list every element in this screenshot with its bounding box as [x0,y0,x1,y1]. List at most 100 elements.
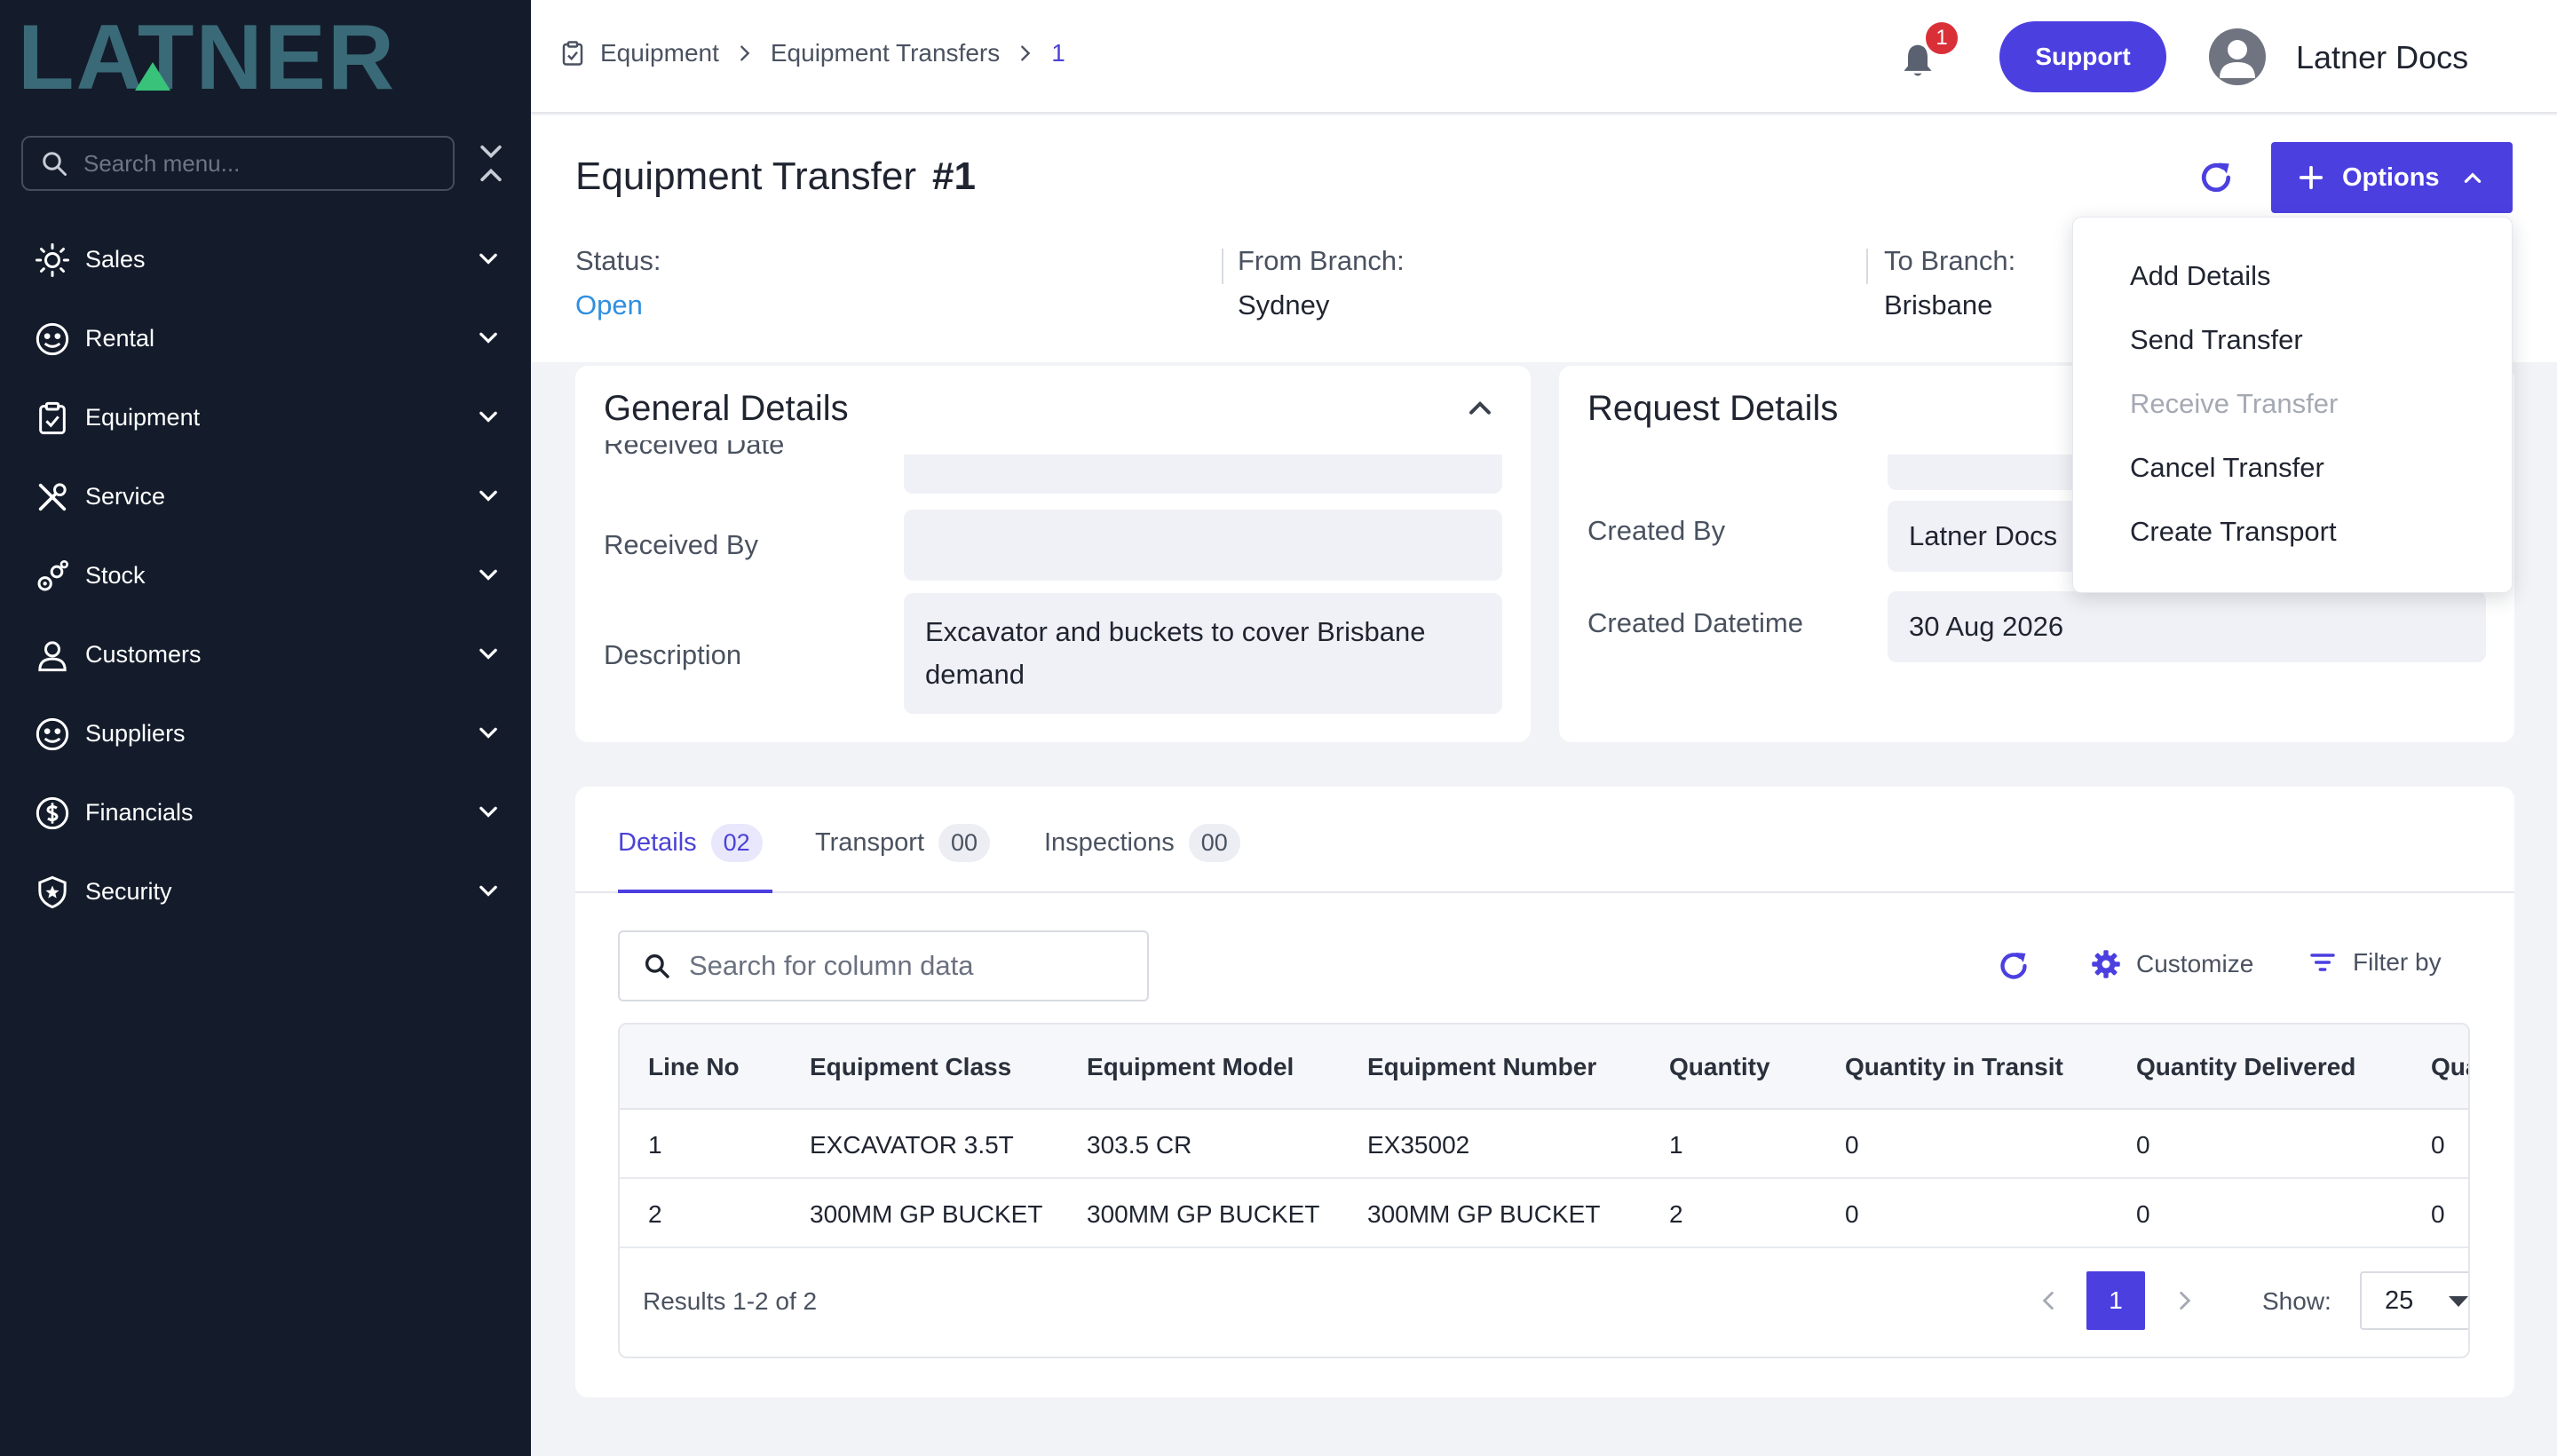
sidebar-item-security[interactable]: Security [0,852,531,931]
menu-item-add-details[interactable]: Add Details [2130,260,2271,292]
menu-item-create-transport[interactable]: Create Transport [2130,516,2337,548]
column-header[interactable]: Quantity in Transit [1845,1053,2063,1081]
chevron-down-icon [479,885,497,897]
customers-icon [34,637,71,674]
page-button-current[interactable]: 1 [2086,1271,2145,1330]
sidebar-item-stock[interactable]: Stock [0,536,531,615]
breadcrumb-equipment-transfers[interactable]: Equipment Transfers [771,39,1000,67]
service-icon [34,479,71,516]
tab-inspections[interactable]: Inspections 00 [1044,824,1240,862]
description-label: Description [604,639,742,670]
sidebar-item-financials[interactable]: Financials [0,773,531,852]
sidebar-item-label: Equipment [85,404,201,431]
search-icon [645,954,669,978]
table-cell: 0 [2136,1131,2150,1159]
filter-by-button[interactable]: Filter by [2308,948,2442,977]
table-row[interactable]: 1 EXCAVATOR 3.5T 303.5 CR EX35002 1 0 0 … [620,1110,2468,1179]
topbar: Equipment Equipment Transfers 1 1 Suppor… [531,0,2557,114]
page-size-select[interactable]: 25 [2360,1271,2468,1330]
user-icon [2220,40,2255,78]
refresh-icon[interactable] [1996,948,2031,984]
sidebar-search-input[interactable] [83,149,421,178]
sidebar-item-sales[interactable]: Sales [0,220,531,299]
page-title: Equipment Transfer #1 [575,154,976,199]
column-header[interactable]: Quantity Received [2431,1053,2468,1081]
transfer-number: #1 [931,154,976,198]
collapse-menu-icon[interactable] [476,142,506,185]
page-size-label: Show: [2262,1287,2331,1315]
active-tab-indicator [618,890,772,893]
tab-details[interactable]: Details 02 [618,824,763,862]
refresh-icon[interactable] [2197,158,2236,197]
support-button[interactable]: Support [1999,21,2166,92]
chevron-down-icon [479,806,497,818]
tab-count: 00 [1188,824,1240,862]
table-cell: 0 [2431,1131,2445,1159]
column-header[interactable]: Equipment Number [1367,1053,1596,1081]
latner-logo[interactable]: LATNER [18,20,497,96]
lines-card: Details 02 Transport 00 Inspections 00 C… [575,787,2514,1397]
table-search[interactable] [618,930,1149,1001]
rental-icon [34,320,71,358]
column-header[interactable]: Quantity Delivered [2136,1053,2355,1081]
options-button[interactable]: Options [2271,142,2513,213]
column-header[interactable]: Equipment Class [810,1053,1011,1081]
table-footer: Results 1-2 of 2 1 Show: 25 [620,1250,2468,1357]
tab-label: Details [618,828,697,857]
table-cell: 303.5 CR [1087,1131,1192,1159]
divider [1222,249,1223,284]
page-size-value: 25 [2385,1286,2414,1315]
sidebar-item-label: Financials [85,799,194,826]
chevron-right-icon [740,45,750,61]
chevron-right-icon [1021,45,1031,61]
table-cell: 300MM GP BUCKET [810,1200,1043,1228]
column-header[interactable]: Quantity [1669,1053,1770,1081]
page-title-text: Equipment Transfer [575,154,916,198]
filter-icon [2310,954,2335,971]
chevron-up-icon [2464,172,2481,183]
created-datetime-label: Created Datetime [1587,607,1803,638]
received-by-field[interactable] [904,510,1502,581]
breadcrumb-equipment[interactable]: Equipment [600,39,719,67]
table-search-input[interactable] [689,950,1133,982]
customize-button[interactable]: Customize [2090,948,2253,980]
sidebar-item-rental[interactable]: Rental [0,299,531,378]
general-details-card: General Details Received Date Received B… [575,366,1531,742]
received-date-field[interactable] [904,455,1502,494]
shield-icon [34,874,71,911]
options-label: Options [2342,162,2440,192]
description-field[interactable]: Excavator and buckets to cover Brisbane … [904,593,1502,714]
avatar[interactable] [2209,28,2266,85]
from-branch-label: From Branch: [1238,245,1405,276]
user-name[interactable]: Latner Docs [2296,39,2468,76]
request-details-title: Request Details [1587,389,1839,428]
results-count: Results 1-2 of 2 [643,1287,818,1315]
received-by-label: Received By [604,529,759,560]
suppliers-icon [34,716,71,753]
chevron-down-icon [479,727,497,739]
chevron-left-icon[interactable] [2037,1289,2060,1312]
sidebar-item-service[interactable]: Service [0,457,531,536]
table-cell: 2 [648,1200,662,1228]
chevron-up-icon[interactable] [1465,392,1495,423]
sidebar-item-label: Stock [85,562,146,589]
tab-transport[interactable]: Transport 00 [815,824,991,862]
chevron-right-icon[interactable] [2173,1289,2197,1312]
notification-badge[interactable]: 1 [1923,20,1960,57]
sidebar-search[interactable] [21,136,455,191]
menu-item-cancel-transfer[interactable]: Cancel Transfer [2130,452,2324,484]
sidebar-item-customers[interactable]: Customers [0,615,531,694]
sidebar-item-equipment[interactable]: Equipment [0,378,531,457]
column-header[interactable]: Line No [648,1053,740,1081]
equipment-icon [562,41,583,66]
menu-item-send-transfer[interactable]: Send Transfer [2130,324,2303,356]
sidebar-item-suppliers[interactable]: Suppliers [0,694,531,773]
table-row[interactable]: 2 300MM GP BUCKET 300MM GP BUCKET 300MM … [620,1179,2468,1248]
caret-down-icon [2449,1296,2468,1307]
menu-item-receive-transfer: Receive Transfer [2130,388,2339,419]
filter-label: Filter by [2353,948,2442,976]
chevron-down-icon [479,253,497,265]
column-header[interactable]: Equipment Model [1087,1053,1294,1081]
gear-icon [2092,950,2120,978]
chevron-down-icon [479,411,497,423]
